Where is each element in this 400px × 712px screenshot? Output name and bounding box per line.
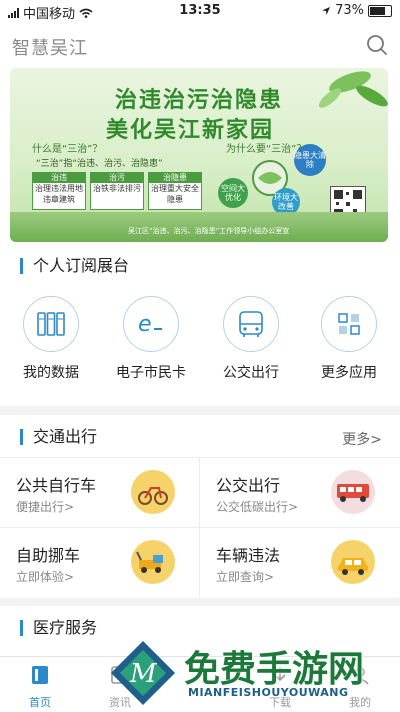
tab-home[interactable]: 首页 (10, 663, 70, 710)
app-label: 电子市民卡 (116, 365, 186, 381)
banner-box-3: 治隐患 治理重大安全隐患 (148, 172, 202, 210)
banner-carousel[interactable]: 治违治污治隐患 美化吴江新家园 什么是“三治”？ 为什么要“三治”？ “三治”指… (0, 68, 400, 250)
service-title: 自助挪车 (16, 546, 81, 565)
app-label: 更多应用 (321, 365, 377, 381)
app-grid: 我的数据 e 电子市民卡 公交出行 更多应用 (0, 296, 400, 406)
app-header: 智慧吴江 (0, 22, 400, 68)
app-ecard[interactable]: e 电子市民卡 (106, 296, 196, 382)
app-more[interactable]: 更多应用 (304, 296, 394, 382)
bus-icon (331, 470, 375, 514)
service-title: 车辆违法 (216, 546, 281, 565)
box-head: 治污 (91, 173, 143, 183)
app-my-data[interactable]: 我的数据 (6, 296, 96, 382)
watermark-logo-icon: M (111, 641, 175, 705)
service-title: 公交出行 (216, 476, 281, 495)
status-bar: 中国移动 13:35 73% (0, 0, 400, 22)
box-body: 治理重大安全隐患 (151, 184, 199, 204)
box-body: 治理违法用地违章建筑 (35, 184, 83, 204)
service-subtitle: 公交低碳出行> (216, 500, 299, 514)
service-bus[interactable]: 公交出行 公交低碳出行> (200, 458, 399, 528)
medical-title: 医疗服务 (20, 620, 97, 636)
svg-text:M: M (129, 659, 158, 689)
home-icon (32, 666, 48, 684)
traffic-title: 交通出行 (20, 429, 97, 445)
app-bus[interactable]: 公交出行 (206, 296, 296, 382)
ecard-icon: e (123, 296, 179, 352)
service-subtitle: 便捷出行> (16, 500, 75, 514)
battery-percent: 73% (335, 3, 364, 18)
banner-box-2: 治污 治铁非法排污 (90, 172, 144, 210)
banner-definition: “三治”指“治违、治污、治隐患” (36, 159, 163, 169)
banner-box-1: 治违 治理违法用地违章建筑 (32, 172, 86, 210)
service-subtitle: 立即体验> (16, 570, 75, 584)
service-vehicle-violation[interactable]: 车辆违法 立即查询> (200, 528, 399, 598)
watermark: M 免费手游网 MIANFEISHOUYOUWANG (108, 636, 400, 711)
box-body: 治铁非法排污 (93, 184, 141, 193)
banner-question-1: 什么是“三治”？ (32, 144, 103, 155)
app-label: 公交出行 (223, 365, 279, 381)
taxi-icon (331, 540, 375, 584)
box-head: 治隐患 (149, 173, 201, 183)
banner-slide[interactable]: 治违治污治隐患 美化吴江新家园 什么是“三治”？ 为什么要“三治”？ “三治”指… (10, 68, 388, 242)
subscription-section: 个人订阅展台 (0, 250, 400, 296)
banner-footer: 吴江区“治违、治污、治隐患”工作领导小组办公室宣 (128, 227, 290, 235)
app-title: 智慧吴江 (12, 38, 88, 59)
battery-icon (368, 4, 392, 17)
watermark-text: 免费手游网 (184, 649, 365, 690)
service-subtitle: 立即查询> (216, 570, 275, 584)
tow-truck-icon (131, 540, 175, 584)
location-icon (322, 6, 331, 15)
service-title: 公共自行车 (16, 476, 97, 495)
service-public-bicycle[interactable]: 公共自行车 便捷出行> (0, 458, 199, 528)
svg-text:e: e (138, 312, 152, 337)
circle-badge: 隐患大清除 (294, 144, 326, 176)
service-self-move-car[interactable]: 自助挪车 立即体验> (0, 528, 199, 598)
watermark-subtext: MIANFEISHOUYOUWANG (188, 686, 349, 699)
subscription-title: 个人订阅展台 (20, 258, 129, 274)
bicycle-icon (131, 470, 175, 514)
banner-title-1: 治违治污治隐患 (114, 88, 283, 113)
grid-icon (321, 296, 377, 352)
tab-label: 首页 (29, 696, 51, 709)
app-label: 我的数据 (23, 365, 79, 381)
box-head: 治违 (33, 173, 85, 183)
circle-badge: 空间大优化 (218, 178, 248, 208)
database-icon (23, 296, 79, 352)
more-link[interactable]: 更多> (342, 429, 382, 449)
bus-icon (223, 296, 279, 352)
search-icon[interactable] (366, 34, 388, 56)
traffic-section: 交通出行 更多> 公共自行车 便捷出行> 公交出行 公交低碳出行> 自助挪车 立… (0, 415, 400, 598)
